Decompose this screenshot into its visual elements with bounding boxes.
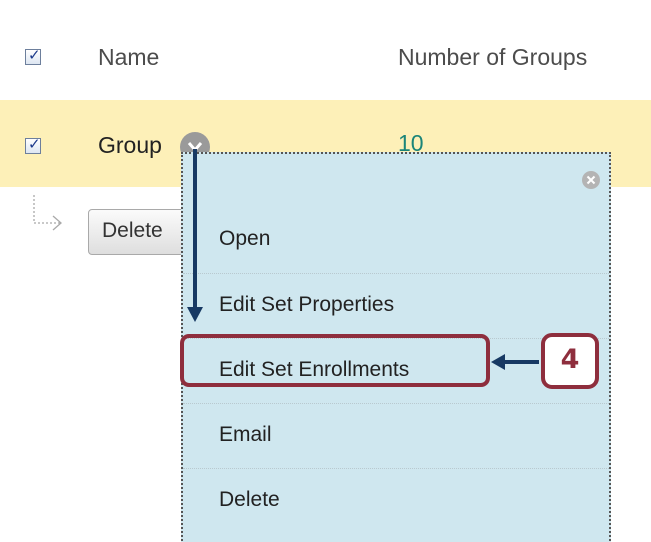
menu-item-edit-set-properties[interactable]: Edit Set Properties	[183, 273, 609, 338]
menu-item-email[interactable]: Email	[183, 403, 609, 468]
menu-item-delete[interactable]: Delete	[183, 468, 609, 533]
group-set-name[interactable]: Group	[98, 132, 162, 159]
check-icon: ✓	[28, 135, 41, 153]
annotation-arrow-down	[193, 149, 197, 311]
annotation-arrowhead-down	[187, 307, 203, 322]
close-menu-button[interactable]	[582, 171, 600, 189]
group-sets-page: ✓ Name Number of Groups ✓ Group 10 Delet…	[0, 0, 651, 542]
annotation-highlight	[180, 334, 490, 387]
close-icon	[586, 175, 596, 185]
check-icon: ✓	[28, 46, 41, 64]
corner-arrow-icon	[33, 195, 62, 231]
row-checkbox[interactable]: ✓	[25, 135, 41, 154]
annotation-arrow-left	[503, 360, 539, 364]
annotation-arrowhead-left	[491, 354, 505, 370]
select-all-checkbox[interactable]: ✓	[25, 46, 41, 65]
menu-item-open[interactable]: Open	[183, 208, 609, 273]
step-number-badge: 4	[541, 333, 599, 389]
column-header-name[interactable]: Name	[98, 44, 159, 71]
table-header: ✓ Name Number of Groups	[0, 0, 651, 100]
context-menu-header	[183, 154, 609, 208]
column-header-number-of-groups[interactable]: Number of Groups	[398, 44, 587, 71]
